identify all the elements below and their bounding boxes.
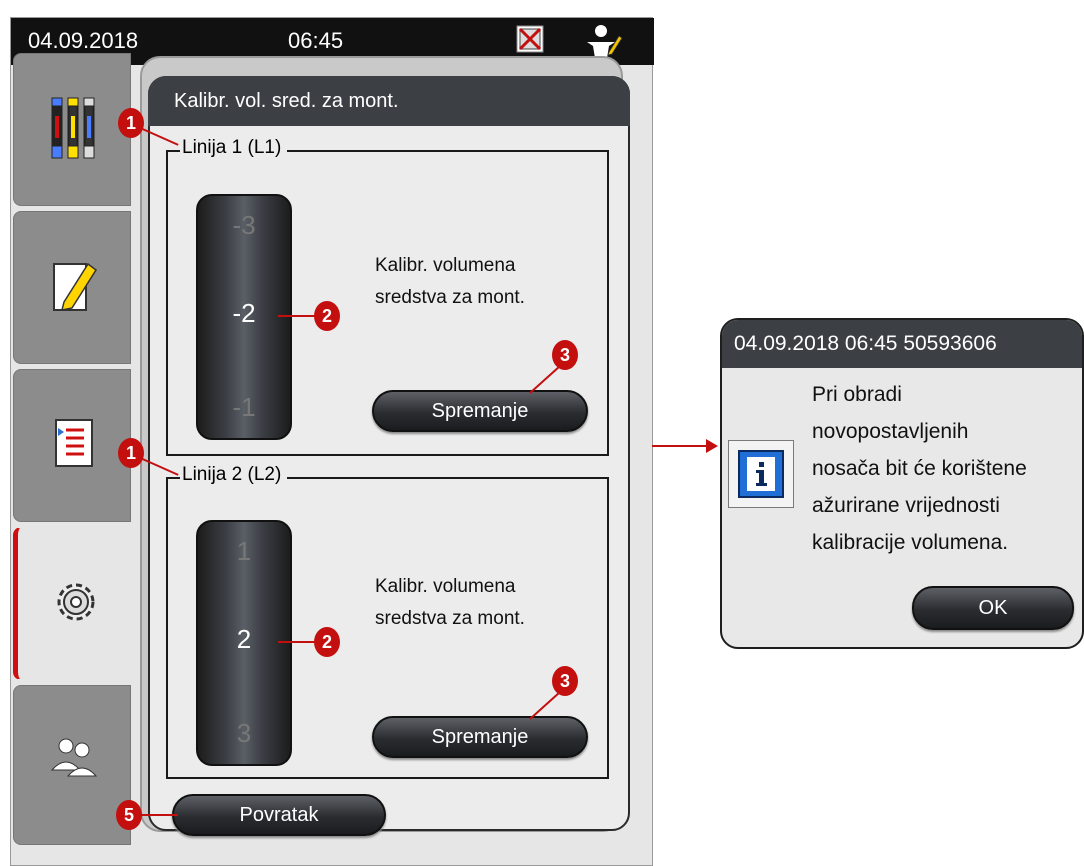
user-supervisor-icon[interactable] bbox=[583, 22, 623, 60]
drum-value-selected: 2 bbox=[236, 624, 252, 654]
drum-value-above: -3 bbox=[232, 210, 256, 240]
line-1-save-button[interactable]: Spremanje bbox=[372, 390, 588, 432]
status-date: 04.09.2018 bbox=[28, 28, 139, 53]
list-document-icon bbox=[55, 419, 93, 467]
callout-marker: 3 bbox=[552, 666, 578, 696]
line-1-description: Kalibr. volumena sredstva za mont. bbox=[375, 250, 525, 314]
callout-marker: 1 bbox=[118, 438, 144, 468]
line-2-volume-drum[interactable]: 1 2 3 bbox=[196, 520, 292, 766]
user-group-icon bbox=[50, 738, 98, 777]
line-2-description: Kalibr. volumena sredstva za mont. bbox=[375, 571, 525, 635]
dialog-message-line: nosača bit će korištene bbox=[812, 457, 1027, 480]
line-1-volume-drum[interactable]: -3 -2 -1 bbox=[196, 194, 292, 440]
dialog-message-line: novopostavljenih bbox=[812, 420, 969, 443]
line-1-label: Linija 1 (L1) bbox=[180, 137, 288, 159]
flow-arrow-head bbox=[706, 439, 718, 453]
info-dialog: 04.09.2018 06:45 50593606 Pri obradi nov… bbox=[720, 318, 1084, 649]
sidebar-tab-reagents[interactable] bbox=[13, 53, 131, 206]
description-line: sredstva za mont. bbox=[375, 287, 525, 308]
dialog-message-line: Pri obradi bbox=[812, 383, 902, 406]
ok-button[interactable]: OK bbox=[912, 586, 1074, 630]
description-line: Kalibr. volumena bbox=[375, 576, 516, 597]
callout-marker: 1 bbox=[118, 108, 144, 138]
back-button[interactable]: Povratak bbox=[172, 794, 386, 836]
line-2-save-button[interactable]: Spremanje bbox=[372, 716, 588, 758]
dialog-message-line: kalibracije volumena. bbox=[812, 531, 1009, 554]
callout-marker: 2 bbox=[314, 301, 340, 331]
reagent-bottles-icon bbox=[51, 97, 95, 159]
description-line: sredstva za mont. bbox=[375, 608, 525, 629]
sidebar-tab-settings[interactable] bbox=[13, 527, 131, 680]
info-icon bbox=[728, 440, 794, 508]
drum-value-below: -1 bbox=[232, 392, 256, 422]
callout-leader bbox=[278, 315, 316, 317]
callout-leader bbox=[278, 641, 316, 643]
status-time: 06:45 bbox=[288, 28, 344, 53]
callout-marker: 2 bbox=[314, 627, 340, 657]
callout-marker: 3 bbox=[552, 340, 578, 370]
dialog-header: 04.09.2018 06:45 50593606 bbox=[722, 320, 1082, 368]
alarm-off-icon[interactable] bbox=[516, 25, 544, 53]
drum-value-above: 1 bbox=[236, 536, 252, 566]
drum-value-selected: -2 bbox=[232, 298, 256, 328]
callout-leader bbox=[136, 814, 178, 816]
line-2-label: Linija 2 (L2) bbox=[180, 464, 288, 486]
flow-arrow-line bbox=[652, 445, 708, 447]
drum-value-below: 3 bbox=[236, 718, 252, 748]
callout-marker: 5 bbox=[116, 800, 142, 830]
sidebar-tab-protocol[interactable] bbox=[13, 369, 131, 522]
sidebar-tab-users[interactable] bbox=[13, 685, 131, 845]
description-line: Kalibr. volumena bbox=[375, 255, 516, 276]
sidebar-tab-programs[interactable] bbox=[13, 211, 131, 364]
panel-title: Kalibr. vol. sred. za mont. bbox=[148, 76, 630, 126]
info-glyph-icon bbox=[747, 457, 775, 491]
dialog-message: Pri obradi novopostavljenih nosača bit ć… bbox=[812, 376, 1027, 561]
gear-icon bbox=[57, 583, 95, 621]
dialog-message-line: ažurirane vrijednosti bbox=[812, 494, 1000, 517]
sidebar bbox=[13, 53, 131, 845]
edit-notepad-icon bbox=[53, 262, 98, 311]
